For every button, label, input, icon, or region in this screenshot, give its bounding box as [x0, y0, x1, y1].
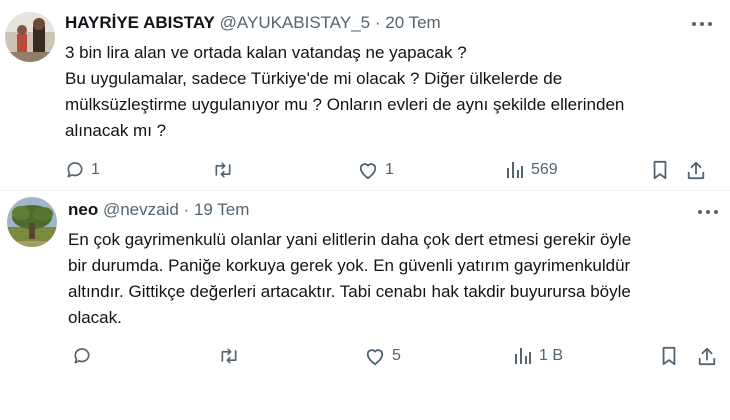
share-icon — [698, 347, 716, 366]
bookmark-icon — [653, 160, 667, 180]
like-button[interactable]: 5 — [364, 346, 401, 366]
views-button[interactable]: 569 — [505, 160, 558, 180]
more-icon[interactable] — [698, 210, 718, 214]
tweet-2[interactable]: neo @nevzaid · 19 Tem En çok gayrimenkul… — [0, 191, 730, 420]
tweet-1[interactable]: HAYRİYE ABISTAY @AYUKABISTAY_5 · 20 Tem … — [0, 0, 730, 190]
tweet-date[interactable]: 20 Tem — [385, 13, 440, 32]
tweet-line: mülksüzleştirme uygulanıyor mu ? Onların… — [65, 95, 625, 114]
reply-icon — [74, 348, 90, 364]
tweet-line: bir durumda. Paniğe korkuya gerek yok. E… — [68, 256, 631, 275]
like-icon — [366, 349, 384, 366]
tweet-header: neo @nevzaid · 19 Tem — [68, 200, 249, 220]
bookmark-button[interactable] — [660, 346, 678, 366]
like-count: 1 — [385, 161, 394, 178]
like-icon — [359, 163, 377, 180]
share-button[interactable] — [697, 346, 717, 366]
more-icon[interactable] — [692, 22, 712, 26]
reply-button[interactable]: 1 — [65, 160, 100, 180]
separator: · — [374, 13, 381, 32]
like-count: 5 — [392, 347, 401, 364]
tweet-line: alınacak mı ? — [65, 121, 167, 140]
reply-count: 1 — [91, 161, 100, 178]
tweet-line: Bu uygulamalar, sadece Türkiye'de mi ola… — [65, 69, 563, 88]
views-button[interactable]: 1 B — [513, 346, 563, 366]
tweet-line: altındır. Gittikçe değerleri artacaktır.… — [68, 282, 631, 301]
reply-icon — [67, 162, 83, 178]
author-handle[interactable]: @nevzaid — [103, 200, 179, 219]
action-bar: 1 1 569 — [0, 156, 730, 186]
avatar[interactable] — [7, 197, 57, 247]
retweet-icon — [215, 162, 231, 178]
tweet-line: En çok gayrimenkulü olanlar yani elitler… — [68, 230, 632, 249]
action-bar: 5 1 B — [0, 342, 730, 372]
tweet-text: En çok gayrimenkulü olanlar yani elitler… — [68, 227, 631, 331]
avatar[interactable] — [5, 12, 55, 62]
share-button[interactable] — [686, 160, 706, 180]
tweet-line: olacak. — [68, 308, 122, 327]
author-handle[interactable]: @AYUKABISTAY_5 — [220, 13, 370, 32]
bookmark-icon — [662, 346, 676, 366]
tweet-text: 3 bin lira alan ve ortada kalan vatandaş… — [65, 40, 624, 144]
author-name[interactable]: neo — [68, 200, 98, 219]
view-count: 1 B — [539, 347, 564, 364]
bookmark-button[interactable] — [651, 160, 669, 180]
reply-button[interactable] — [72, 346, 98, 366]
views-icon — [515, 348, 531, 364]
share-icon — [687, 161, 705, 180]
views-icon — [507, 162, 523, 178]
view-count: 569 — [531, 161, 558, 178]
retweet-icon — [221, 348, 237, 364]
retweet-button[interactable] — [218, 346, 246, 366]
separator: · — [183, 200, 190, 219]
like-button[interactable]: 1 — [357, 160, 394, 180]
tweet-header: HAYRİYE ABISTAY @AYUKABISTAY_5 · 20 Tem — [65, 13, 441, 33]
author-name[interactable]: HAYRİYE ABISTAY — [65, 13, 215, 32]
retweet-button[interactable] — [212, 160, 240, 180]
tweet-line: 3 bin lira alan ve ortada kalan vatandaş… — [65, 43, 467, 62]
tweet-date[interactable]: 19 Tem — [194, 200, 249, 219]
